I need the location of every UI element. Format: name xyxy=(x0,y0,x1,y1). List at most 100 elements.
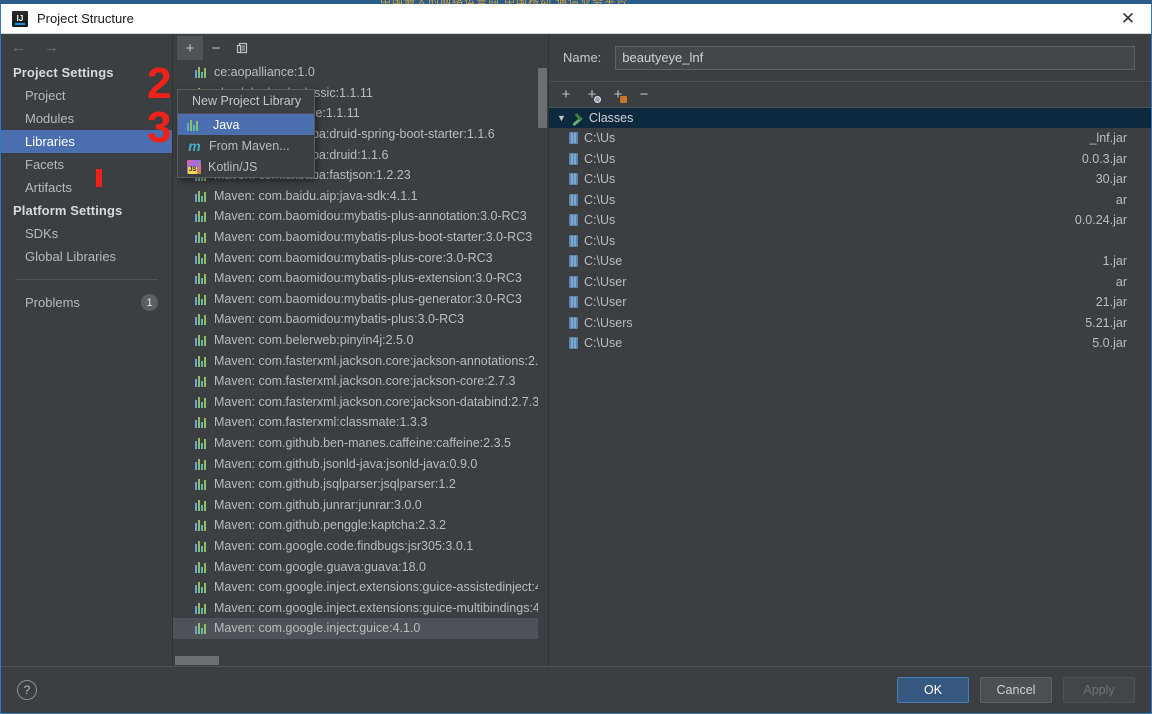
project-structure-dialog: IJ Project Structure ✕ ← → Project Setti… xyxy=(0,4,1152,714)
library-list-item[interactable]: Maven: com.baomidou:mybatis-plus-core:3.… xyxy=(173,247,538,268)
library-list-horizontal-scrollbar[interactable] xyxy=(173,656,538,665)
classes-entry-path-suffix: 21.jar xyxy=(1095,295,1127,310)
library-list-vertical-scrollbar[interactable] xyxy=(538,62,547,655)
horizontal-scrollbar-thumb[interactable] xyxy=(175,656,219,665)
sidebar-item-global-libraries[interactable]: Global Libraries xyxy=(1,245,172,268)
library-list-item[interactable]: Maven: com.baomidou:mybatis-plus-generat… xyxy=(173,289,538,310)
sidebar-item-modules[interactable]: Modules xyxy=(1,107,172,130)
classes-entry-row[interactable]: C:\Us 0.0.24.jar xyxy=(549,210,1151,231)
classes-entry-path-prefix: C:\Users xyxy=(584,315,633,330)
java-library-icon xyxy=(195,561,208,573)
remove-library-button[interactable]: − xyxy=(203,36,229,60)
library-list-item[interactable]: Maven: com.google.code.findbugs:jsr305:3… xyxy=(173,536,538,557)
classes-entry-row[interactable]: C:\Us ar xyxy=(549,190,1151,211)
jar-file-icon xyxy=(569,337,578,350)
sidebar-item-problems[interactable]: Problems 1 xyxy=(1,291,172,314)
classes-entry-path-prefix: C:\Use xyxy=(584,336,623,351)
cancel-button[interactable]: Cancel xyxy=(980,677,1052,703)
java-library-icon xyxy=(195,355,208,367)
classes-entry-row[interactable]: C:\Users 5.21.jar xyxy=(549,313,1151,334)
jar-file-icon xyxy=(569,193,578,206)
sidebar-item-problems-label: Problems xyxy=(25,295,80,310)
library-entries-toolbar: + + + − xyxy=(549,82,1151,108)
library-list-item[interactable]: Maven: com.baomidou:mybatis-plus-annotat… xyxy=(173,206,538,227)
popup-item-kotlin-js-label: Kotlin/JS xyxy=(208,159,258,174)
library-list-item[interactable]: Maven: com.fasterxml.jackson.core:jackso… xyxy=(173,350,538,371)
library-list-item[interactable]: Maven: com.github.jsonld-java:jsonld-jav… xyxy=(173,453,538,474)
java-library-icon xyxy=(187,119,200,131)
add-url-button[interactable]: + xyxy=(581,84,603,106)
classes-entry-row[interactable]: C:\User 21.jar xyxy=(549,292,1151,313)
library-list-item[interactable]: Maven: com.fasterxml.jackson.core:jackso… xyxy=(173,392,538,413)
new-project-library-popup[interactable]: New Project Library Java m From Maven...… xyxy=(177,89,315,178)
add-library-button[interactable]: + xyxy=(177,36,203,60)
classes-entry-path-prefix: C:\Us xyxy=(584,213,616,228)
java-library-icon xyxy=(195,293,208,305)
library-list-item[interactable]: Maven: com.fasterxml:classmate:1.3.3 xyxy=(173,412,538,433)
vertical-scrollbar-thumb[interactable] xyxy=(538,68,547,128)
popup-item-from-maven[interactable]: m From Maven... xyxy=(178,135,314,156)
library-list-item-label: Maven: com.belerweb:pinyin4j:2.5.0 xyxy=(214,333,414,348)
maven-icon: m xyxy=(188,137,201,154)
sidebar-item-project[interactable]: Project xyxy=(1,84,172,107)
java-library-icon xyxy=(195,458,208,470)
classes-entry-row[interactable]: C:\Us 30.jar xyxy=(549,169,1151,190)
library-list-item[interactable]: Maven: com.github.jsqlparser:jsqlparser:… xyxy=(173,474,538,495)
library-list-item-label: Maven: com.google.inject.extensions:guic… xyxy=(214,600,538,615)
library-list-item[interactable]: Maven: com.baomidou:mybatis-plus-boot-st… xyxy=(173,227,538,248)
library-list-item[interactable]: Maven: com.google.inject.extensions:guic… xyxy=(173,577,538,598)
back-arrow-icon[interactable]: ← xyxy=(11,40,26,55)
library-list-item-label: Maven: com.baomidou:mybatis-plus-extensi… xyxy=(214,271,522,286)
library-list-item[interactable]: Maven: com.google.guava:guava:18.0 xyxy=(173,556,538,577)
chevron-down-icon[interactable]: ▼ xyxy=(557,113,566,123)
library-list-item[interactable]: Maven: com.github.ben-manes.caffeine:caf… xyxy=(173,433,538,454)
classes-entry-row[interactable]: C:\Us 0.0.3.jar xyxy=(549,149,1151,170)
library-name-input[interactable] xyxy=(615,45,1135,70)
ok-button[interactable]: OK xyxy=(897,677,969,703)
java-library-icon xyxy=(195,252,208,264)
classes-entry-row[interactable]: C:\Use 1.jar xyxy=(549,251,1151,272)
classes-root-node[interactable]: ▼ Classes xyxy=(549,108,1151,128)
library-list-item[interactable]: Maven: com.google.inject.extensions:guic… xyxy=(173,597,538,618)
sidebar-item-sdks[interactable]: SDKs xyxy=(1,222,172,245)
library-list-item[interactable]: Maven: com.google.inject:guice:4.1.0 xyxy=(173,618,538,639)
library-list-item[interactable]: Maven: com.github.junrar:junrar:3.0.0 xyxy=(173,494,538,515)
sidebar-item-libraries[interactable]: Libraries xyxy=(1,130,172,153)
popup-item-java[interactable]: Java xyxy=(178,114,314,135)
classes-entry-row[interactable]: C:\Use 5.0.jar xyxy=(549,333,1151,354)
library-list-item-label: Maven: com.google.inject.extensions:guic… xyxy=(214,580,538,595)
classes-entry-row[interactable]: C:\Us xyxy=(549,231,1151,252)
add-directory-button[interactable]: + xyxy=(607,84,629,106)
library-list-item[interactable]: Maven: com.fasterxml.jackson.core:jackso… xyxy=(173,371,538,392)
help-icon[interactable]: ? xyxy=(17,680,37,700)
library-list-item[interactable]: ce:aopalliance:1.0 xyxy=(173,62,538,83)
popup-menu-title: New Project Library xyxy=(178,90,314,114)
library-list-item[interactable]: Maven: com.baidu.aip:java-sdk:4.1.1 xyxy=(173,186,538,207)
classes-entry-path-suffix: 5.0.jar xyxy=(1092,336,1127,351)
library-list-item[interactable]: Maven: com.belerweb:pinyin4j:2.5.0 xyxy=(173,330,538,351)
library-list-item-label: Maven: com.github.penggle:kaptcha:2.3.2 xyxy=(214,518,447,533)
popup-item-kotlin-js[interactable]: Kotlin/JS xyxy=(178,156,314,177)
java-library-icon xyxy=(195,499,208,511)
library-list-item-label: Maven: com.baomidou:mybatis-plus-generat… xyxy=(214,291,522,306)
jar-file-icon xyxy=(569,316,578,329)
library-list-item[interactable]: Maven: com.baomidou:mybatis-plus:3.0-RC3 xyxy=(173,309,538,330)
jar-file-icon xyxy=(569,296,578,309)
library-list-item[interactable]: Maven: com.baomidou:mybatis-plus-extensi… xyxy=(173,268,538,289)
library-list-item-label: Maven: com.baidu.aip:java-sdk:4.1.1 xyxy=(214,188,418,203)
library-list-item-label: Maven: com.baomidou:mybatis-plus-annotat… xyxy=(214,209,527,224)
classes-entry-row[interactable]: C:\User ar xyxy=(549,272,1151,293)
close-icon[interactable]: ✕ xyxy=(1105,4,1151,33)
sidebar-item-facets[interactable]: Facets xyxy=(1,153,172,176)
java-library-icon xyxy=(195,478,208,491)
sidebar-item-artifacts[interactable]: Artifacts xyxy=(1,176,172,199)
classes-entry-row[interactable]: C:\Us _lnf.jar xyxy=(549,128,1151,149)
add-jar-button[interactable]: + xyxy=(555,84,577,106)
copy-library-button[interactable] xyxy=(229,36,255,60)
sidebar-group-platform-settings: Platform Settings xyxy=(13,203,123,218)
forward-arrow-icon[interactable]: → xyxy=(44,40,59,55)
remove-entry-button[interactable]: − xyxy=(633,84,655,106)
apply-button: Apply xyxy=(1063,677,1135,703)
library-list-item-label: Maven: com.fasterxml:classmate:1.3.3 xyxy=(214,415,428,430)
library-list-item[interactable]: Maven: com.github.penggle:kaptcha:2.3.2 xyxy=(173,515,538,536)
